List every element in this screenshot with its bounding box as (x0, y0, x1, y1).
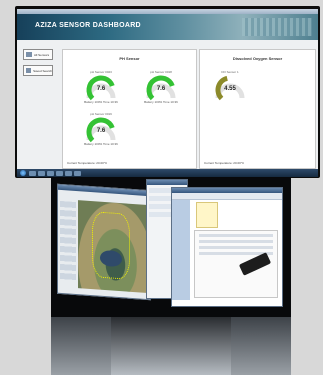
ph-gauge-3[interactable]: pH Sensor 0019 7.6 Battery 100% Time 10:… (84, 112, 118, 150)
ph-gauge-1[interactable]: pH Sensor 0023 7.6 Battery 100% Time 10:… (84, 70, 118, 108)
dashboard-screen: AZIZA SENSOR DASHBOARD All Sensors Saved… (17, 9, 318, 176)
panel-title: PH Sensor (119, 56, 140, 61)
window-titlebar[interactable] (58, 184, 150, 197)
chart-icon (26, 68, 32, 73)
note-box (196, 202, 218, 228)
monitor-screen-2 (51, 177, 291, 317)
taskbar (17, 169, 318, 177)
gauge-value: 4.55 (224, 86, 236, 92)
taskbar-app-icon[interactable] (47, 170, 54, 176)
sidebar: All Sensors Saved Searches (23, 49, 53, 81)
sidebar-item-saved-searches[interactable]: Saved Searches (23, 65, 53, 76)
list-item[interactable] (199, 246, 273, 249)
monitor-stand (111, 317, 231, 375)
gauge-value: 7.6 (96, 128, 106, 134)
taskbar-app-icon[interactable] (65, 170, 72, 176)
gauge-status: Battery 100% Time 10:36 (84, 142, 118, 146)
panel-title: Dissolved Oxygen Sensor (232, 56, 283, 61)
gps-track (92, 211, 130, 280)
panel-footer: Current Temperature: 20.00°C (204, 161, 245, 165)
monitor-photo-2 (51, 177, 291, 375)
satellite-map[interactable] (78, 200, 146, 293)
window-tabs[interactable] (172, 193, 282, 200)
sensor-icon (26, 52, 32, 57)
sidebar-item-label: Saved Searches (33, 68, 52, 73)
taskbar-app-icon[interactable] (29, 170, 36, 176)
gauge-status: Battery 100% Time 10:36 (84, 100, 118, 104)
taskbar-app-icon[interactable] (74, 170, 81, 176)
taskbar-app-icon[interactable] (38, 170, 45, 176)
banner-image (242, 18, 312, 36)
ph-gauge-2[interactable]: pH Sensor 0018 7.6 Battery 100% Time 10:… (144, 70, 178, 108)
gauge-value: 7.6 (96, 86, 106, 92)
gauge-status: Battery 100% Time 10:36 (144, 100, 178, 104)
list-item[interactable] (199, 240, 273, 243)
dashboard-banner: AZIZA SENSOR DASHBOARD (17, 14, 318, 40)
start-button[interactable] (20, 170, 26, 176)
window-titlebar[interactable] (147, 180, 187, 185)
window-sidebar (172, 200, 190, 300)
dashboard-title: AZIZA SENSOR DASHBOARD (35, 22, 141, 29)
monitor-photo: AZIZA SENSOR DASHBOARD All Sensors Saved… (15, 6, 320, 178)
map-sidebar (60, 200, 76, 283)
panel-footer: Current Temperature: 20.00°C (67, 161, 108, 165)
sidebar-item-label: All Sensors (34, 52, 50, 57)
do-gauge-1[interactable]: DO Sensor 1 4.55 (214, 70, 246, 108)
map-window[interactable] (57, 183, 151, 301)
do-sensor-panel: Dissolved Oxygen Sensor DO Sensor 1 4.55… (199, 49, 316, 169)
settings-window[interactable] (171, 187, 283, 307)
ph-sensor-panel: PH Sensor pH Sensor 0023 7.6 Battery 100… (62, 49, 197, 169)
gauge-value: 7.6 (156, 86, 166, 92)
taskbar-app-icon[interactable] (56, 170, 63, 176)
sidebar-item-all-sensors[interactable]: All Sensors (23, 49, 53, 60)
list-item[interactable] (199, 234, 273, 237)
